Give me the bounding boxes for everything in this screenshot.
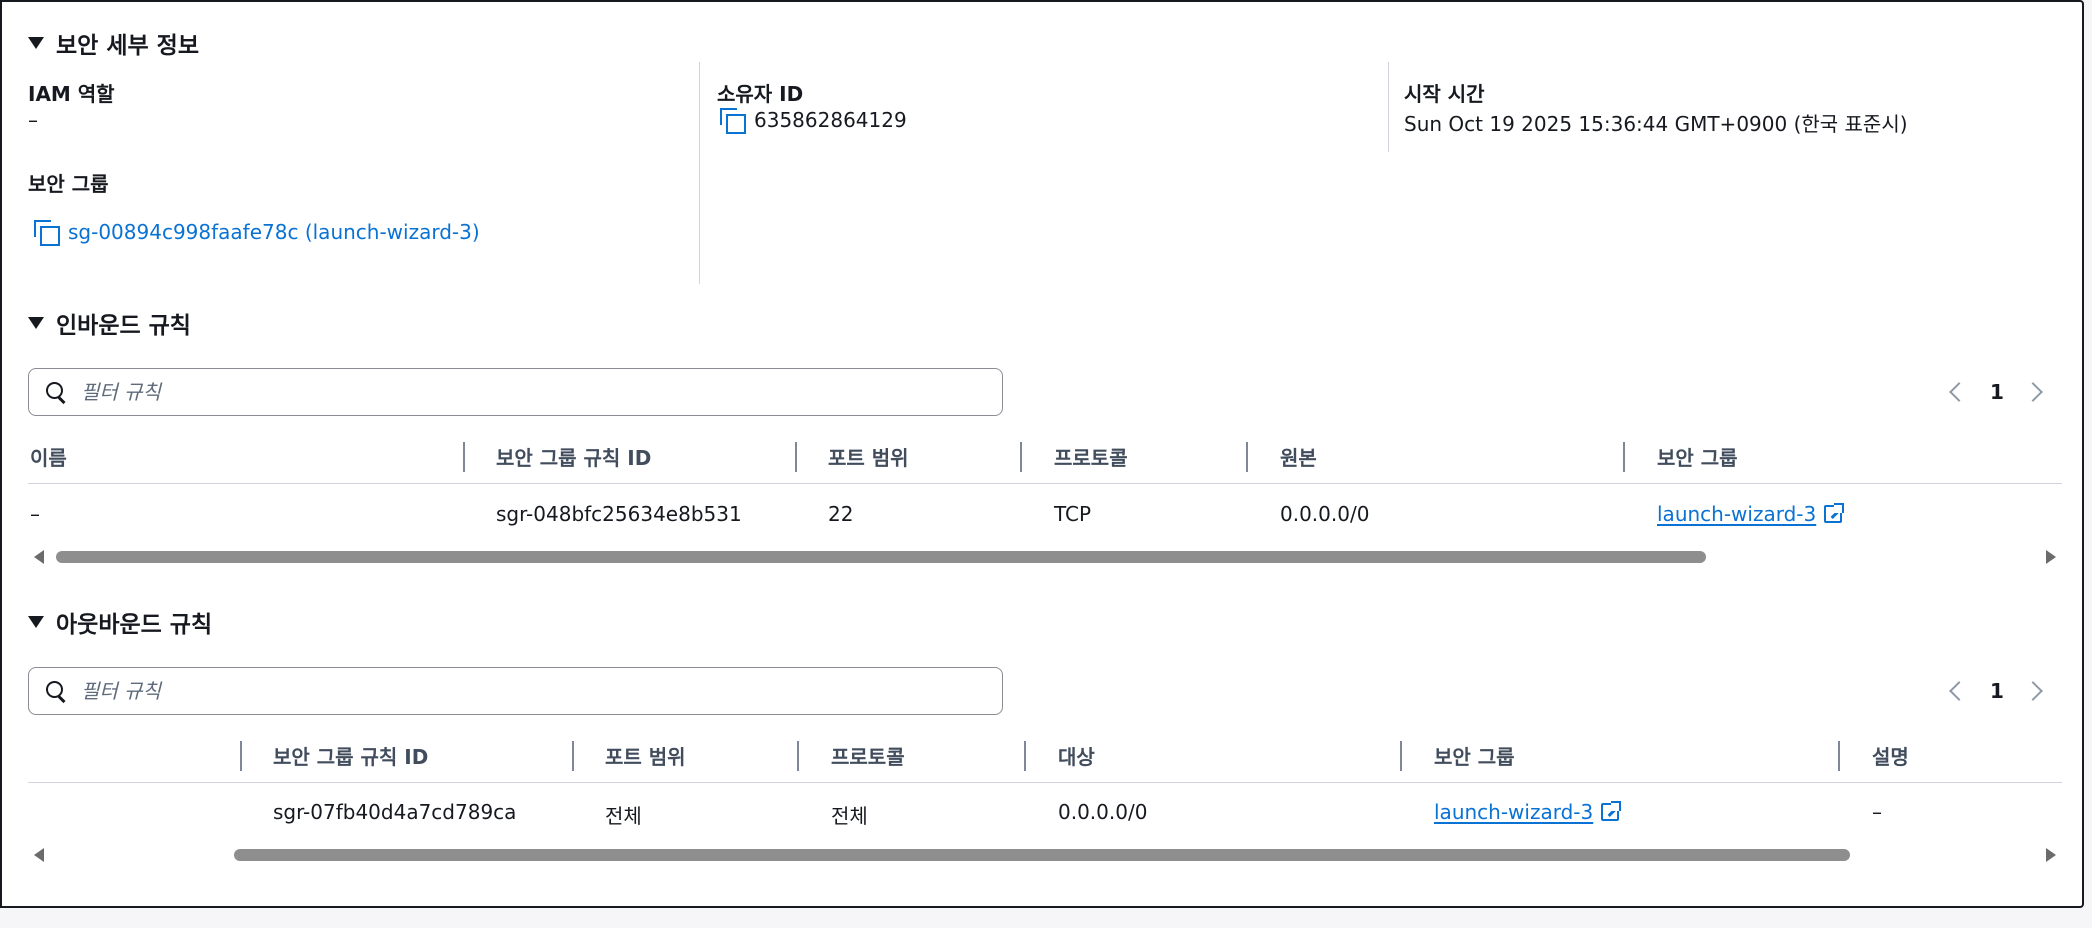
- column-resizer[interactable]: [1623, 442, 1625, 472]
- outbound-rules-header[interactable]: 아웃바운드 규칙: [28, 605, 212, 639]
- inbound-rules-title: 인바운드 규칙: [56, 313, 191, 339]
- chevron-right-icon[interactable]: [2023, 382, 2043, 402]
- scroll-right-arrow-icon[interactable]: [2046, 848, 2056, 862]
- owner-id-label: 소유자 ID: [717, 82, 804, 106]
- outbound-filter-field[interactable]: [28, 667, 1003, 715]
- copy-icon[interactable]: [34, 220, 60, 246]
- column-header-port-range[interactable]: 포트 범위: [605, 741, 686, 770]
- outbound-filter-input[interactable]: [79, 678, 979, 704]
- inbound-cell-sg: launch-wizard-3: [1657, 502, 1845, 526]
- column-resizer[interactable]: [797, 741, 799, 771]
- copy-icon[interactable]: [720, 108, 746, 134]
- search-icon: [45, 680, 67, 702]
- column-divider: [1388, 62, 1389, 152]
- security-group-link[interactable]: sg-00894c998faafe78c (launch-wizard-3): [68, 220, 480, 244]
- inbound-cell-source: 0.0.0.0/0: [1280, 502, 1370, 526]
- scrollbar-thumb[interactable]: [234, 849, 1850, 861]
- column-resizer[interactable]: [1400, 741, 1402, 771]
- outbound-cell-protocol: 전체: [831, 804, 868, 828]
- security-group-link-text: launch-wizard-3: [1657, 502, 1817, 526]
- inbound-cell-port: 22: [828, 502, 854, 526]
- search-icon: [45, 381, 67, 403]
- launch-time-label: 시작 시간: [1404, 82, 1485, 106]
- outbound-cell-sg: launch-wizard-3: [1434, 800, 1622, 824]
- external-link-icon: [1601, 801, 1622, 821]
- caret-down-icon: [28, 37, 44, 49]
- column-resizer[interactable]: [1024, 741, 1026, 771]
- security-group-link[interactable]: launch-wizard-3: [1434, 800, 1622, 824]
- inbound-cell-rule-id: sgr-048bfc25634e8b531: [496, 502, 742, 526]
- inbound-filter-field[interactable]: [28, 368, 1003, 416]
- scroll-right-arrow-icon[interactable]: [2046, 550, 2056, 564]
- column-resizer[interactable]: [795, 442, 797, 472]
- column-resizer[interactable]: [1020, 442, 1022, 472]
- scrollbar-thumb[interactable]: [56, 551, 1706, 563]
- page-number[interactable]: 1: [1990, 679, 2004, 703]
- launch-time-value: Sun Oct 19 2025 15:36:44 GMT+0900 (한국 표준…: [1404, 112, 1908, 136]
- column-header-source[interactable]: 원본: [1280, 442, 1317, 471]
- iam-role-label: IAM 역할: [28, 82, 115, 106]
- column-header-destination[interactable]: 대상: [1058, 741, 1095, 770]
- column-header-port-range[interactable]: 포트 범위: [828, 442, 909, 471]
- inbound-rules-header[interactable]: 인바운드 규칙: [28, 306, 191, 340]
- scroll-left-arrow-icon[interactable]: [34, 550, 44, 564]
- security-details-title: 보안 세부 정보: [56, 33, 199, 59]
- column-header-description[interactable]: 설명: [1872, 741, 1909, 770]
- outbound-cell-description: –: [1872, 800, 1882, 824]
- outbound-cell-port: 전체: [605, 804, 642, 828]
- inbound-horizontal-scrollbar[interactable]: [28, 548, 2062, 566]
- security-group-link-text: launch-wizard-3: [1434, 800, 1594, 824]
- chevron-left-icon[interactable]: [1949, 382, 1969, 402]
- external-link-icon: [1824, 503, 1845, 523]
- outbound-cell-destination: 0.0.0.0/0: [1058, 800, 1148, 824]
- header-divider: [28, 782, 2062, 783]
- scroll-left-arrow-icon[interactable]: [34, 848, 44, 862]
- inbound-cell-protocol: TCP: [1054, 502, 1092, 526]
- caret-down-icon: [28, 616, 44, 628]
- column-divider: [699, 62, 700, 284]
- column-header-rule-id[interactable]: 보안 그룹 규칙 ID: [496, 442, 651, 471]
- chevron-left-icon[interactable]: [1949, 681, 1969, 701]
- header-divider: [28, 483, 2062, 484]
- security-details-header[interactable]: 보안 세부 정보: [28, 26, 199, 60]
- security-panel: 보안 세부 정보 IAM 역할 – 소유자 ID 635862864129 시작…: [0, 0, 2084, 908]
- inbound-filter-input[interactable]: [79, 379, 979, 405]
- owner-id-value: 635862864129: [754, 108, 907, 132]
- security-group-row: sg-00894c998faafe78c (launch-wizard-3): [34, 220, 480, 246]
- column-header-protocol[interactable]: 프로토콜: [831, 741, 905, 770]
- outbound-rules-title: 아웃바운드 규칙: [56, 612, 213, 638]
- column-header-name[interactable]: 이름: [30, 442, 67, 471]
- column-header-security-group[interactable]: 보안 그룹: [1657, 442, 1738, 471]
- inbound-cell-name: –: [30, 502, 40, 526]
- column-header-rule-id[interactable]: 보안 그룹 규칙 ID: [273, 741, 428, 770]
- column-resizer[interactable]: [1838, 741, 1840, 771]
- inbound-pagination: 1: [1949, 380, 2043, 404]
- column-resizer[interactable]: [572, 741, 574, 771]
- security-groups-label: 보안 그룹: [28, 172, 109, 196]
- column-resizer[interactable]: [240, 741, 242, 771]
- outbound-cell-rule-id: sgr-07fb40d4a7cd789ca: [273, 800, 517, 824]
- outbound-pagination: 1: [1949, 679, 2043, 703]
- security-group-link[interactable]: launch-wizard-3: [1657, 502, 1845, 526]
- chevron-right-icon[interactable]: [2023, 681, 2043, 701]
- column-resizer[interactable]: [1246, 442, 1248, 472]
- caret-down-icon: [28, 317, 44, 329]
- iam-role-value: –: [28, 108, 38, 132]
- owner-id-row: 635862864129: [720, 108, 907, 134]
- column-resizer[interactable]: [463, 442, 465, 472]
- outbound-horizontal-scrollbar[interactable]: [28, 846, 2062, 864]
- page-number[interactable]: 1: [1990, 380, 2004, 404]
- column-header-protocol[interactable]: 프로토콜: [1054, 442, 1128, 471]
- column-header-security-group[interactable]: 보안 그룹: [1434, 741, 1515, 770]
